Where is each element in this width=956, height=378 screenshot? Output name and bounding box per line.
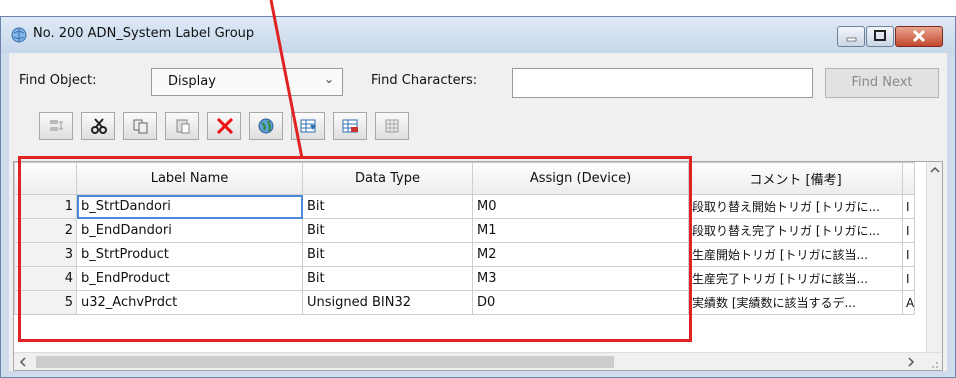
label-name-cell[interactable]: b_StrtProduct [76, 242, 303, 267]
find-characters-label: Find Characters: [371, 73, 478, 88]
insert-rows-icon [50, 120, 63, 131]
label-grid: Label Name Data Type Assign (Device) コメン… [13, 161, 943, 371]
title-bar[interactable]: No. 200 ADN_System Label Group [1, 17, 955, 53]
import-button[interactable] [291, 112, 325, 140]
row-number[interactable]: 2 [14, 218, 77, 243]
paste-icon [176, 119, 190, 134]
import-icon [300, 119, 316, 133]
data-type-cell[interactable]: Bit [302, 194, 473, 219]
maximize-button[interactable] [866, 26, 894, 47]
grid-icon [385, 119, 399, 133]
dialog-client: Find Object: Display ⌄ Find Characters: … [9, 53, 947, 371]
row-number[interactable]: 5 [14, 290, 77, 315]
vertical-scrollbar[interactable] [926, 162, 943, 352]
find-next-button[interactable]: Find Next [825, 68, 939, 98]
data-type-cell[interactable]: Unsigned BIN32 [302, 290, 473, 315]
globe-icon [258, 118, 274, 134]
comment-cell[interactable]: 生産開始トリガ [トリガに該当... [688, 242, 903, 267]
label-group-window: No. 200 ADN_System Label Group Find Obje… [0, 16, 956, 378]
delete-icon [216, 118, 234, 134]
comment-cell[interactable]: 実績数 [実績数に該当するデ... [688, 290, 903, 315]
chevron-down-icon: ⌄ [323, 72, 334, 86]
table-row[interactable]: 1 b_StrtDandori Bit M0 段取り替え開始トリガ [トリガに.… [14, 194, 916, 219]
find-object-label: Find Object: [19, 73, 97, 88]
horizontal-scroll-thumb[interactable] [36, 356, 614, 368]
cut-button[interactable] [81, 112, 115, 140]
scroll-left-icon[interactable] [16, 355, 30, 369]
column-header-data-type[interactable]: Data Type [302, 162, 473, 195]
extra-cell[interactable]: A [901, 290, 916, 315]
table-row[interactable]: 4 b_EndProduct Bit M3 生産完了トリガ [トリガに該当...… [14, 266, 916, 291]
close-button[interactable] [895, 26, 943, 47]
data-type-cell[interactable]: Bit [302, 218, 473, 243]
label-name-cell[interactable]: b_StrtDandori [76, 194, 303, 219]
label-table: Label Name Data Type Assign (Device) コメン… [14, 162, 916, 315]
export-icon [342, 119, 358, 133]
row-number[interactable]: 4 [14, 266, 77, 291]
column-header-assign-device[interactable]: Assign (Device) [472, 162, 689, 195]
find-object-value: Display [168, 74, 216, 89]
minimize-button[interactable] [837, 26, 865, 47]
data-type-cell[interactable]: Bit [302, 242, 473, 267]
row-number[interactable]: 1 [14, 194, 77, 219]
scroll-up-icon[interactable] [927, 162, 943, 178]
extra-cell[interactable]: I [901, 266, 916, 291]
extra-cell[interactable]: I [901, 242, 916, 267]
delete-button[interactable] [207, 112, 241, 140]
find-characters-input[interactable] [512, 68, 813, 98]
table-row[interactable]: 3 b_StrtProduct Bit M2 生産開始トリガ [トリガに該当..… [14, 242, 916, 267]
data-type-cell[interactable]: Bit [302, 266, 473, 291]
column-header-extra[interactable] [901, 162, 916, 195]
extra-cell[interactable]: I [901, 194, 916, 219]
label-name-cell[interactable]: b_EndProduct [76, 266, 303, 291]
cut-icon [91, 118, 107, 134]
comment-cell[interactable]: 段取り替え開始トリガ [トリガに... [688, 194, 903, 219]
globe-app-icon [11, 27, 27, 43]
resize-grip-icon[interactable] [926, 356, 940, 370]
export-button[interactable] [333, 112, 367, 140]
device-cell[interactable]: M0 [472, 194, 689, 219]
row-number[interactable]: 3 [14, 242, 77, 267]
table-row[interactable]: 2 b_EndDandori Bit M1 段取り替え完了トリガ [トリガに..… [14, 218, 916, 243]
window-title: No. 200 ADN_System Label Group [33, 26, 255, 41]
column-header-label-name[interactable]: Label Name [76, 162, 303, 195]
device-cell[interactable]: D0 [472, 290, 689, 315]
globe-button[interactable] [249, 112, 283, 140]
find-object-select[interactable]: Display ⌄ [151, 68, 343, 96]
device-cell[interactable]: M3 [472, 266, 689, 291]
copy-icon [133, 119, 148, 134]
label-name-cell[interactable]: u32_AchvPrdct [76, 290, 303, 315]
comment-cell[interactable]: 段取り替え完了トリガ [トリガに... [688, 218, 903, 243]
column-header-comment[interactable]: コメント [備考] [688, 162, 903, 195]
grid-button[interactable] [375, 112, 409, 140]
scroll-right-icon[interactable] [904, 355, 918, 369]
device-cell[interactable]: M1 [472, 218, 689, 243]
copy-button[interactable] [123, 112, 157, 140]
comment-cell[interactable]: 生産完了トリガ [トリガに該当... [688, 266, 903, 291]
insert-rows-button[interactable] [39, 112, 73, 140]
paste-button[interactable] [165, 112, 199, 140]
corner-header[interactable] [14, 162, 77, 195]
horizontal-scrollbar[interactable] [14, 352, 942, 370]
label-name-cell[interactable]: b_EndDandori [76, 218, 303, 243]
table-row[interactable]: 5 u32_AchvPrdct Unsigned BIN32 D0 実績数 [実… [14, 290, 916, 315]
device-cell[interactable]: M2 [472, 242, 689, 267]
extra-cell[interactable]: I [901, 218, 916, 243]
